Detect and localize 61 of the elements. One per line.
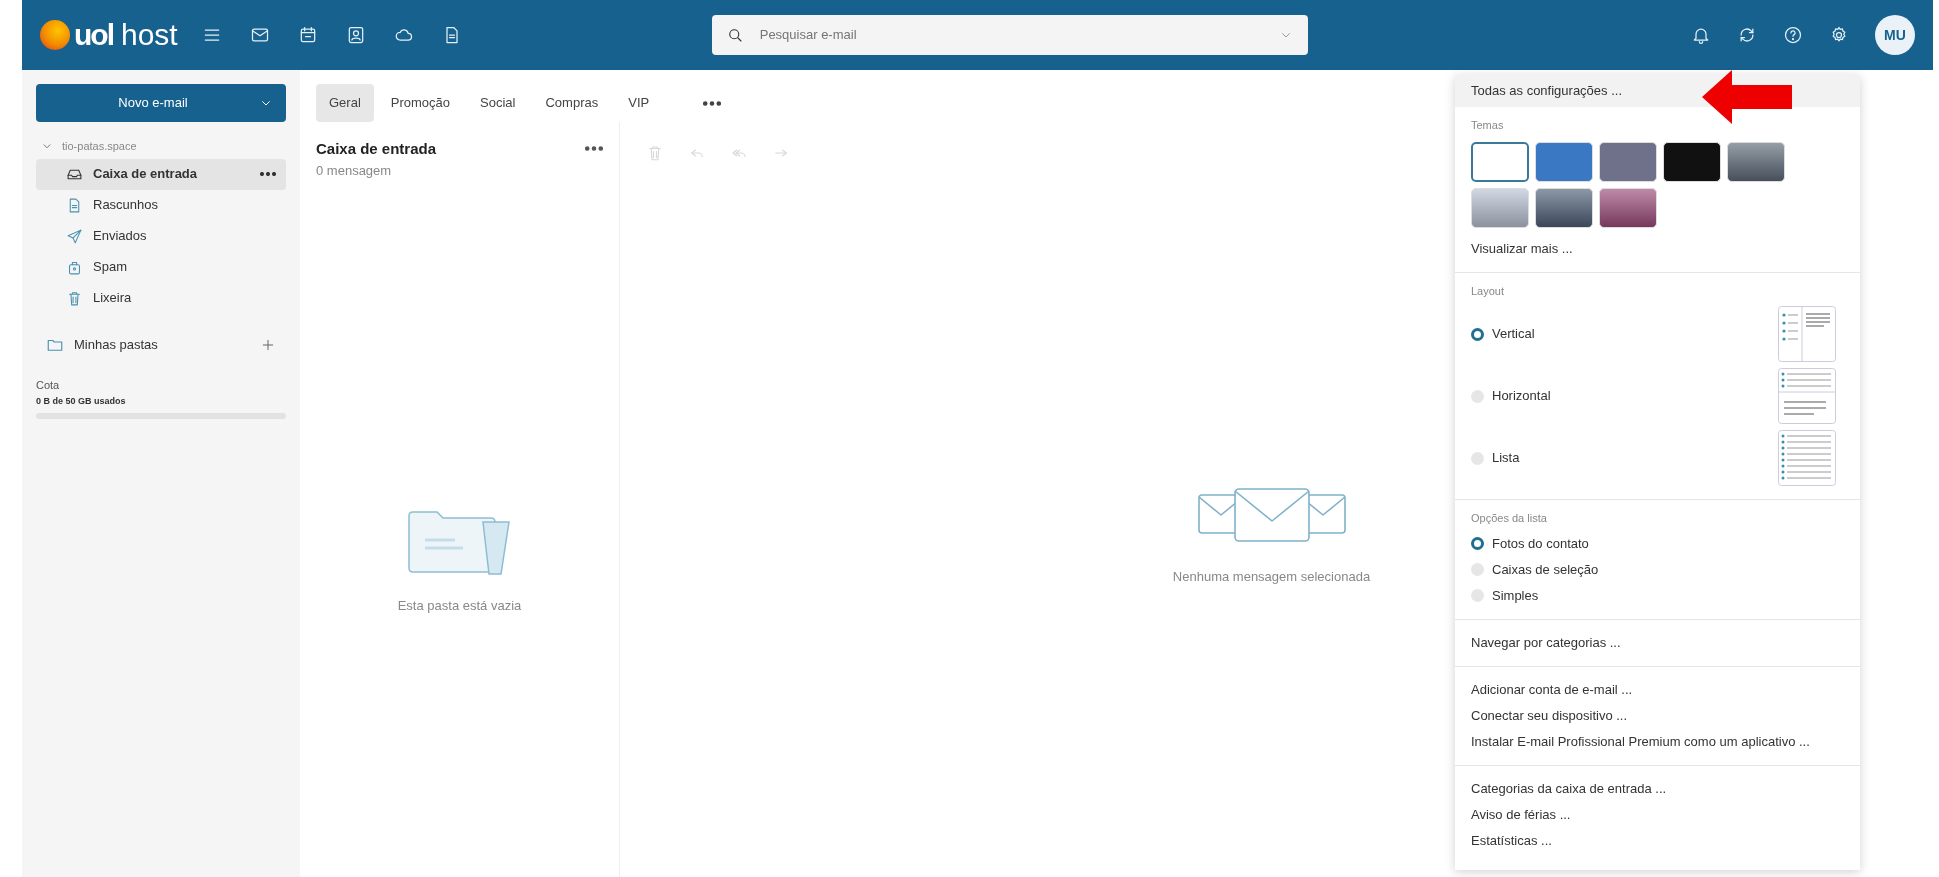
tab[interactable]: Social [467, 84, 529, 122]
theme-photo-swatch[interactable] [1727, 141, 1785, 182]
menu-item[interactable]: Adicionar conta de e-mail ... [1471, 676, 1633, 703]
more-icon [703, 101, 722, 107]
empty-folder-text: Esta pasta está vazia [397, 597, 522, 615]
help-button[interactable] [1783, 25, 1803, 45]
radio-option[interactable]: Horizontal [1471, 383, 1778, 409]
radio-option[interactable]: Lista [1471, 445, 1778, 471]
plus-icon [260, 337, 276, 353]
theme-color-swatch[interactable] [1471, 141, 1529, 182]
search-field[interactable]: Pesquisar e-mail [711, 15, 1308, 55]
radio-option[interactable]: Simples [1471, 582, 1539, 609]
section-label: Layout [1471, 283, 1506, 299]
tab[interactable]: VIP [615, 84, 663, 122]
layout-preview-drawing [1778, 306, 1836, 362]
layout-preview-drawing [1778, 368, 1836, 424]
more-icon [260, 172, 276, 176]
help-icon [1783, 25, 1803, 45]
folder-item[interactable]: Spam [36, 251, 286, 283]
tab[interactable]: Geral [316, 84, 374, 122]
menu-item[interactable]: Estatísticas ... [1471, 827, 1552, 854]
radio-option[interactable]: Fotos do contato [1471, 530, 1589, 557]
logo-text: uol [74, 20, 113, 50]
section-label: Temas [1471, 118, 1505, 133]
new-email-button[interactable]: Novo e-mail [36, 84, 286, 122]
logo-icon [40, 20, 70, 50]
logo-text: host [121, 20, 178, 50]
menu-item[interactable]: Visualizar mais ... [1471, 235, 1573, 262]
paper-plane-icon [66, 227, 83, 245]
section-label: Opções da lista [1471, 511, 1548, 526]
radio-option[interactable]: Vertical [1471, 321, 1778, 347]
menu-item[interactable]: Navegar por categorias ... [1471, 629, 1621, 656]
avatar[interactable]: MU [1875, 15, 1915, 55]
more-icon [585, 146, 603, 151]
menu-item[interactable]: Conectar seu dispositivo ... [1471, 702, 1628, 729]
no-selection-text: Nenhuma mensagem selecionada [1172, 568, 1371, 586]
trash-icon [646, 144, 664, 162]
radio-option[interactable]: Caixas de seleção [1471, 556, 1599, 583]
folder-item[interactable]: Rascunhos [36, 189, 286, 221]
folder-item[interactable]: Caixa de entrada [36, 158, 286, 190]
folder-item[interactable]: Enviados [36, 220, 286, 252]
tab[interactable]: Promoção [377, 84, 464, 122]
theme-photo-swatch[interactable] [1535, 187, 1593, 228]
menu-item[interactable]: Aviso de férias ... [1471, 801, 1571, 828]
menu-item[interactable]: Categorias da caixa de entrada ... [1471, 775, 1667, 802]
sync-button[interactable] [1737, 25, 1757, 45]
theme-photo-swatch[interactable] [1599, 187, 1657, 228]
folder-item[interactable]: Minhas pastas [36, 329, 286, 361]
folder-title: Caixa de entrada [316, 139, 438, 159]
more-button[interactable] [585, 146, 603, 151]
folder-item[interactable]: Lixeira [36, 282, 286, 314]
search-input[interactable]: Pesquisar e-mail [757, 24, 1264, 46]
sync-icon [1737, 25, 1757, 45]
menu-item[interactable]: Instalar E-mail Profissional Premium como um aplicativo ... [1471, 728, 1810, 755]
tab[interactable]: Compras [532, 84, 612, 122]
layout-preview-drawing [1778, 430, 1836, 486]
quota-label: Cota [36, 377, 61, 393]
quota-usage: 0 B de 50 GB usados [36, 395, 127, 408]
message-count: 0 mensagem [316, 161, 393, 180]
theme-photo-swatch[interactable] [1471, 187, 1529, 228]
trash-icon [66, 289, 83, 307]
